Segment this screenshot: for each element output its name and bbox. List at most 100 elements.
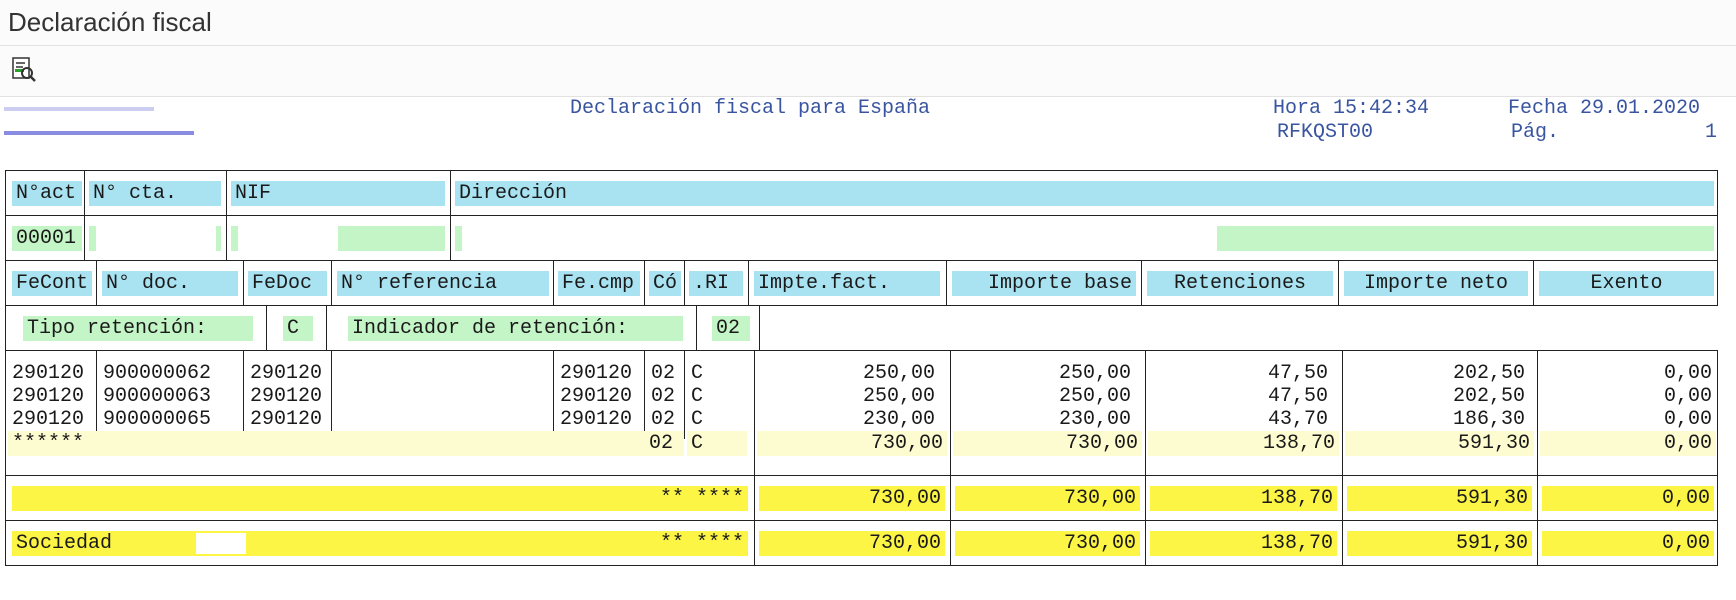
cell-neto: 202,50 <box>1452 362 1525 385</box>
cell-neto: 186,30 <box>1452 408 1525 431</box>
vendor-header-block: N°act N° cta. NIF Dirección <box>5 170 1718 216</box>
cell-fedoc: 290120 <box>250 362 323 385</box>
cell-neto: 202,50 <box>1452 385 1525 408</box>
retention-type-value: C <box>283 316 313 341</box>
cell-ri: C <box>691 408 704 431</box>
cell-doc: 900000065 <box>103 408 212 431</box>
time-value: 15:42:34 <box>1333 97 1430 120</box>
redacted-text <box>1392 121 1502 141</box>
redacted-text <box>196 533 246 554</box>
col-header-retenciones: Retenciones <box>1147 271 1333 296</box>
subtotal-neto: 591,30 <box>1345 431 1534 456</box>
col-header-co: Có <box>649 271 681 296</box>
cell-exento: 0,00 <box>1663 385 1712 408</box>
window-title: Declaración fiscal <box>8 7 212 37</box>
col-header-cta: N° cta. <box>89 181 221 206</box>
total-block: ** **** 730,00 730,00 138,70 591,30 0,00 <box>5 475 1718 521</box>
items-block: 290120 900000062 290120 290120 02 C 250,… <box>5 350 1718 476</box>
cell-ri: C <box>691 385 704 408</box>
cell-fecont: 290120 <box>12 385 85 408</box>
cell-co: 02 <box>651 362 676 385</box>
cell-base: 250,00 <box>1058 362 1131 385</box>
subtotal-ret: 138,70 <box>1148 431 1339 456</box>
subtotal-base: 730,00 <box>953 431 1142 456</box>
cell-ret: 47,50 <box>1267 385 1328 408</box>
report-area: Declaración fiscal para España Hora 15:4… <box>0 97 1736 600</box>
col-header-fecmp: Fe.cmp <box>558 271 640 296</box>
col-header-referencia: N° referencia <box>337 271 549 296</box>
redacted-text <box>462 226 1217 251</box>
cell-base: 230,00 <box>1058 408 1131 431</box>
cell-exento: 0,00 <box>1663 362 1712 385</box>
col-header-exento: Exento <box>1539 271 1714 296</box>
cell-ret: 47,50 <box>1267 362 1328 385</box>
vendor-row-block: 00001 <box>5 215 1718 261</box>
page-number: 1 <box>1705 121 1718 144</box>
report-title: Declaración fiscal para España <box>570 97 931 120</box>
col-header-importe-base: Importe base <box>952 271 1136 296</box>
company-base: 730,00 <box>955 531 1140 556</box>
company-marker: ** **** <box>659 532 744 555</box>
redacted-text <box>4 131 194 135</box>
cell-base: 250,00 <box>1058 385 1131 408</box>
retention-block: Tipo retención: C Indicador de retención… <box>5 305 760 351</box>
redacted-text <box>238 226 338 251</box>
total-base: 730,00 <box>955 486 1140 511</box>
col-header-ndoc: N° doc. <box>102 271 238 296</box>
redacted-text <box>96 226 216 251</box>
cell-fedoc: 290120 <box>250 385 323 408</box>
cell-doc: 900000062 <box>103 362 212 385</box>
vendor-nact: 00001 <box>12 226 82 251</box>
total-exento: 0,00 <box>1542 486 1714 511</box>
subtotal-co: 02 <box>645 431 684 456</box>
cell-ret: 43,70 <box>1267 408 1328 431</box>
cell-fedoc: 290120 <box>250 408 323 431</box>
company-neto: 591,30 <box>1347 531 1532 556</box>
subtotal-impte: 730,00 <box>757 431 947 456</box>
cell-doc: 900000063 <box>103 385 212 408</box>
subtotal-marker: ****** <box>8 431 645 456</box>
retention-indicator-label: Indicador de retención: <box>348 316 683 341</box>
company-total-block: Sociedad ** **** 730,00 730,00 138,70 59… <box>5 520 1718 566</box>
cell-co: 02 <box>651 385 676 408</box>
cell-impte: 230,00 <box>862 408 935 431</box>
date-label: Fecha <box>1508 97 1569 120</box>
cell-impte: 250,00 <box>862 362 935 385</box>
find-document-icon[interactable] <box>10 56 38 84</box>
cell-fecmp: 290120 <box>560 408 633 431</box>
company-ret: 138,70 <box>1150 531 1337 556</box>
col-header-impte-fact: Impte.fact. <box>754 271 940 296</box>
cell-fecont: 290120 <box>12 362 85 385</box>
program-name: RFKQST00 <box>1277 121 1374 144</box>
cell-impte: 250,00 <box>862 385 935 408</box>
col-header-fedoc: FeDoc <box>248 271 327 296</box>
col-header-nact: N°act <box>12 181 82 206</box>
title-bar: Declaración fiscal <box>0 0 1736 46</box>
col-header-ri: .RI <box>689 271 743 296</box>
col-header-nif: NIF <box>231 181 445 206</box>
total-ret: 138,70 <box>1150 486 1337 511</box>
cell-fecont: 290120 <box>12 408 85 431</box>
company-impte: 730,00 <box>759 531 945 556</box>
cell-exento: 0,00 <box>1663 408 1712 431</box>
redacted-text <box>4 107 154 111</box>
retention-indicator-value: 02 <box>712 316 750 341</box>
item-header-block: FeCont N° doc. FeDoc N° referencia Fe.cm… <box>5 260 1718 306</box>
cell-fecmp: 290120 <box>560 362 633 385</box>
cell-co: 02 <box>651 408 676 431</box>
cell-ri: C <box>691 362 704 385</box>
total-impte: 730,00 <box>759 486 945 511</box>
subtotal-ri: C <box>687 431 747 456</box>
page-label: Pág. <box>1511 121 1560 144</box>
retention-type-label: Tipo retención: <box>23 316 253 341</box>
date-value: 29.01.2020 <box>1580 97 1701 120</box>
subtotal-exento: 0,00 <box>1540 431 1716 456</box>
total-neto: 591,30 <box>1347 486 1532 511</box>
col-header-importe-neto: Importe neto <box>1344 271 1528 296</box>
cell-fecmp: 290120 <box>560 385 633 408</box>
total-marker: ** **** <box>12 486 748 511</box>
col-header-fecont: FeCont <box>12 271 92 296</box>
company-exento: 0,00 <box>1542 531 1714 556</box>
time-label: Hora <box>1273 97 1322 120</box>
col-header-direccion: Dirección <box>455 181 1714 206</box>
